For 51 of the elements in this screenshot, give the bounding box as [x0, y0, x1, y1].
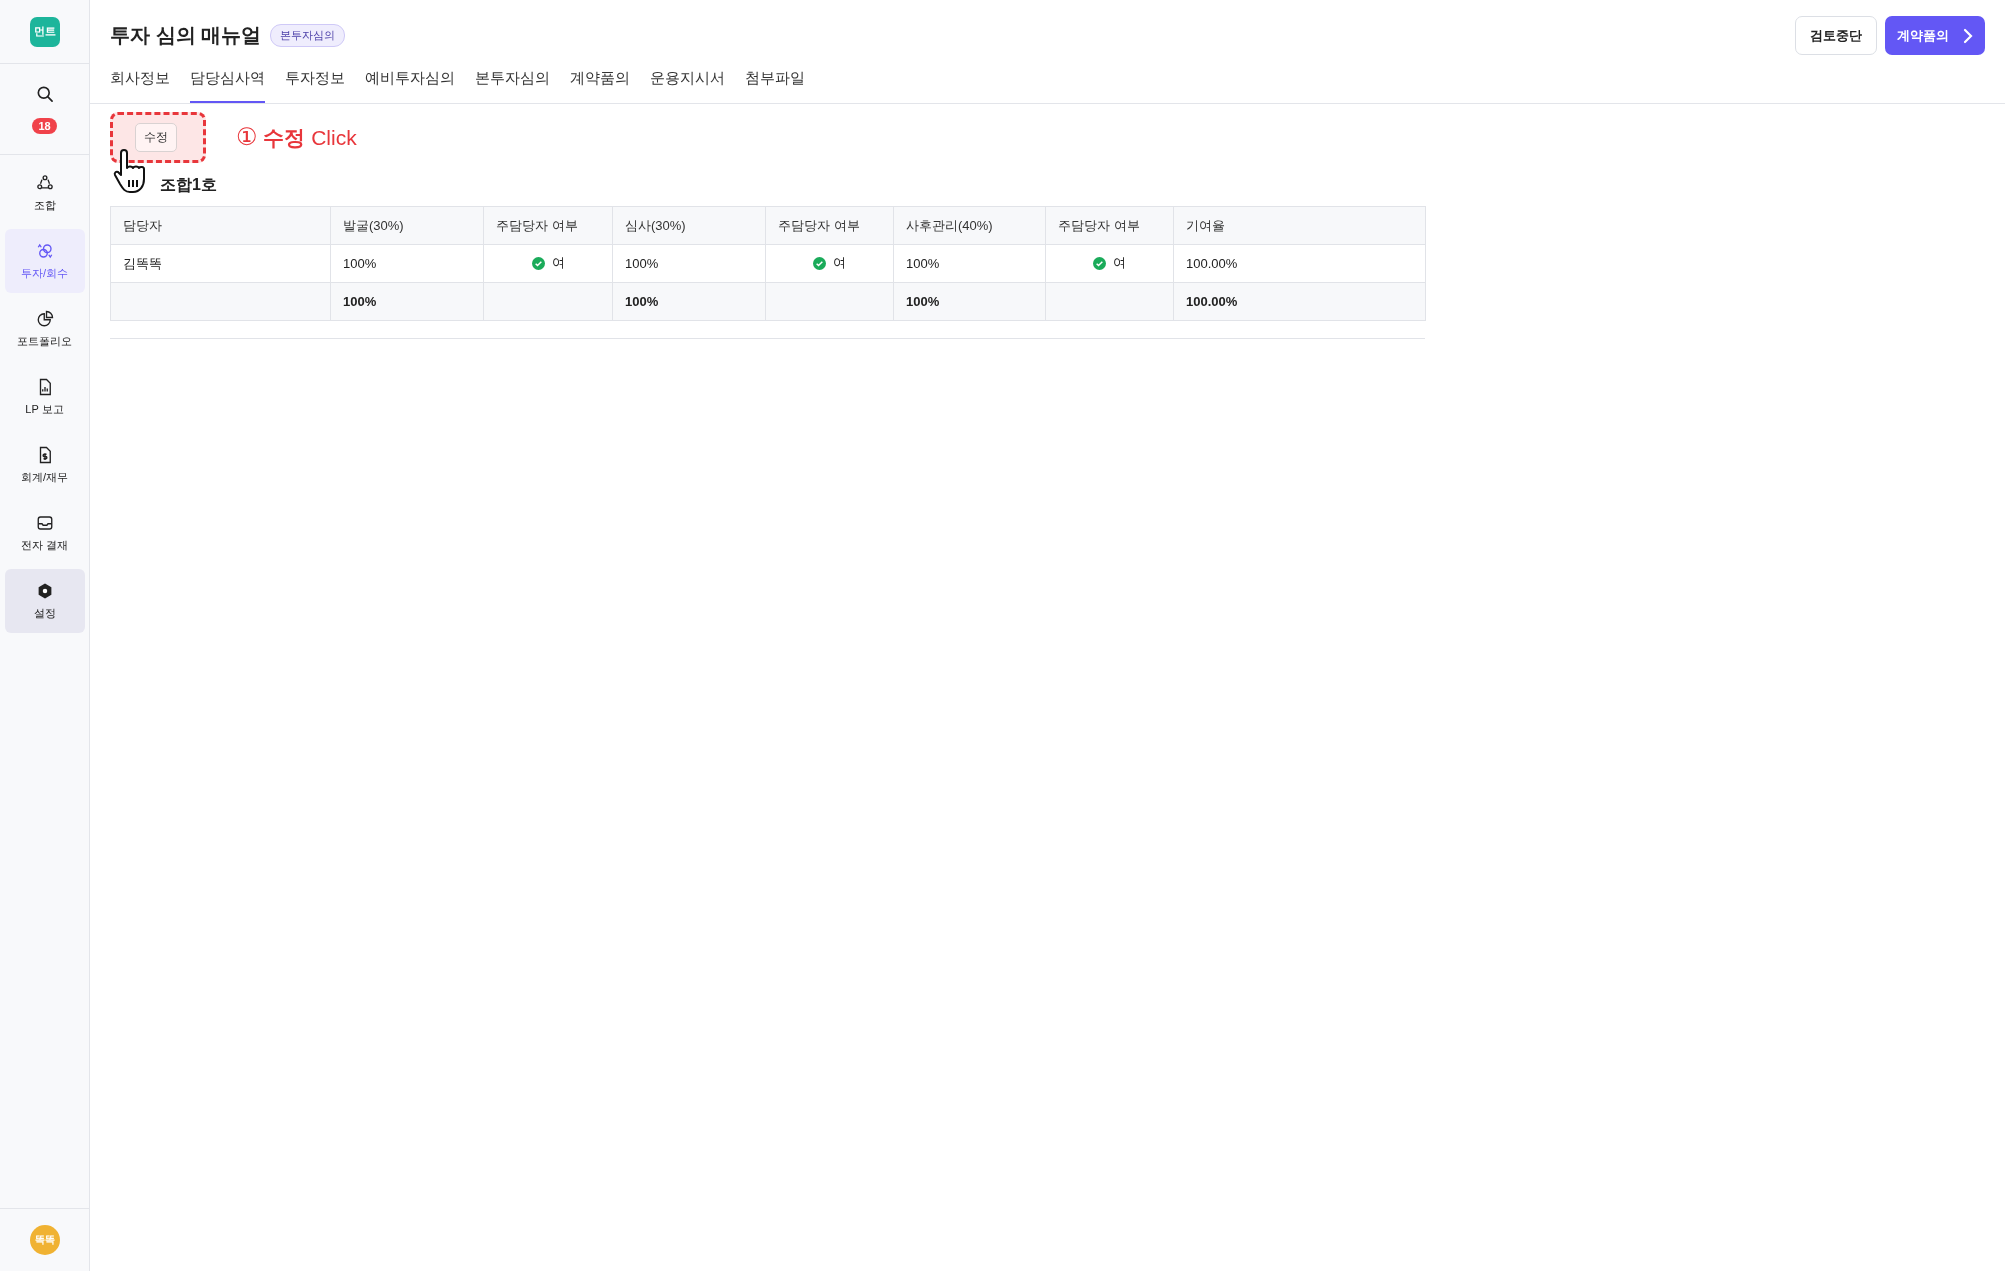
table-cell: 여: [483, 244, 613, 283]
team-icon: [35, 173, 54, 192]
chevron-right-icon: [1963, 27, 1973, 44]
tab[interactable]: 운용지시서: [650, 59, 725, 103]
column-header: 주담당자 여부: [483, 206, 613, 245]
check-circle-icon: [813, 256, 826, 270]
contract-approval-button[interactable]: 계약품의: [1885, 16, 1985, 55]
annotation-text: ① 수정 Click: [236, 123, 357, 152]
tab[interactable]: 투자정보: [285, 59, 345, 103]
tab[interactable]: 첨부파일: [745, 59, 805, 103]
column-header: 주담당자 여부: [765, 206, 894, 245]
table-cell: 100%: [893, 244, 1046, 283]
pie-chart-icon: [35, 309, 54, 328]
column-header: 심사(30%): [612, 206, 766, 245]
edit-button[interactable]: 수정: [135, 123, 177, 152]
table-cell: 100%: [612, 282, 766, 321]
table-cell: 여: [765, 244, 894, 283]
page-title: 투자 심의 매뉴얼: [110, 23, 262, 48]
sidebar-item[interactable]: 설정: [4, 569, 85, 633]
tab[interactable]: 예비투자심의: [365, 59, 455, 103]
tab[interactable]: 계약품의: [570, 59, 630, 103]
inbox-icon: [35, 513, 54, 532]
column-header: 주담당자 여부: [1045, 206, 1174, 245]
check-circle-icon: [1093, 256, 1106, 270]
column-header: 기여율: [1173, 206, 1426, 245]
table-cell: 여: [1045, 244, 1174, 283]
tab[interactable]: 회사정보: [110, 59, 170, 103]
column-header: 발굴(30%): [330, 206, 484, 245]
table-cell: 100%: [612, 244, 766, 283]
sidebar-item[interactable]: LP 보고: [4, 365, 85, 429]
stop-review-button[interactable]: 검토중단: [1795, 16, 1877, 55]
check-circle-icon: [531, 256, 545, 270]
column-header: 담당자: [110, 206, 331, 245]
stage-tag: 본투자심의: [270, 24, 346, 47]
table-cell: 100.00%: [1173, 244, 1426, 283]
sidebar-item[interactable]: 회계/재무: [4, 433, 85, 497]
table-cell: 김똑똑: [110, 244, 331, 283]
table-cell: 100%: [893, 282, 1046, 321]
sidebar-item[interactable]: 포트폴리오: [4, 297, 85, 361]
sidebar-item[interactable]: 투자/회수: [4, 229, 85, 293]
section-title: 조합1호: [160, 175, 218, 195]
coins-icon: [35, 241, 54, 260]
column-header: 사후관리(40%): [893, 206, 1046, 245]
table-cell: 100.00%: [1173, 282, 1426, 321]
tab[interactable]: 담당심사역: [190, 59, 265, 103]
table-cell: 100%: [330, 244, 484, 283]
notification-badge[interactable]: 18: [32, 118, 57, 134]
table-cell: 100%: [330, 282, 484, 321]
sidebar-item[interactable]: 조합: [4, 161, 85, 225]
sidebar-item[interactable]: 전자 결재: [4, 501, 85, 565]
tab[interactable]: 본투자심의: [475, 59, 550, 103]
